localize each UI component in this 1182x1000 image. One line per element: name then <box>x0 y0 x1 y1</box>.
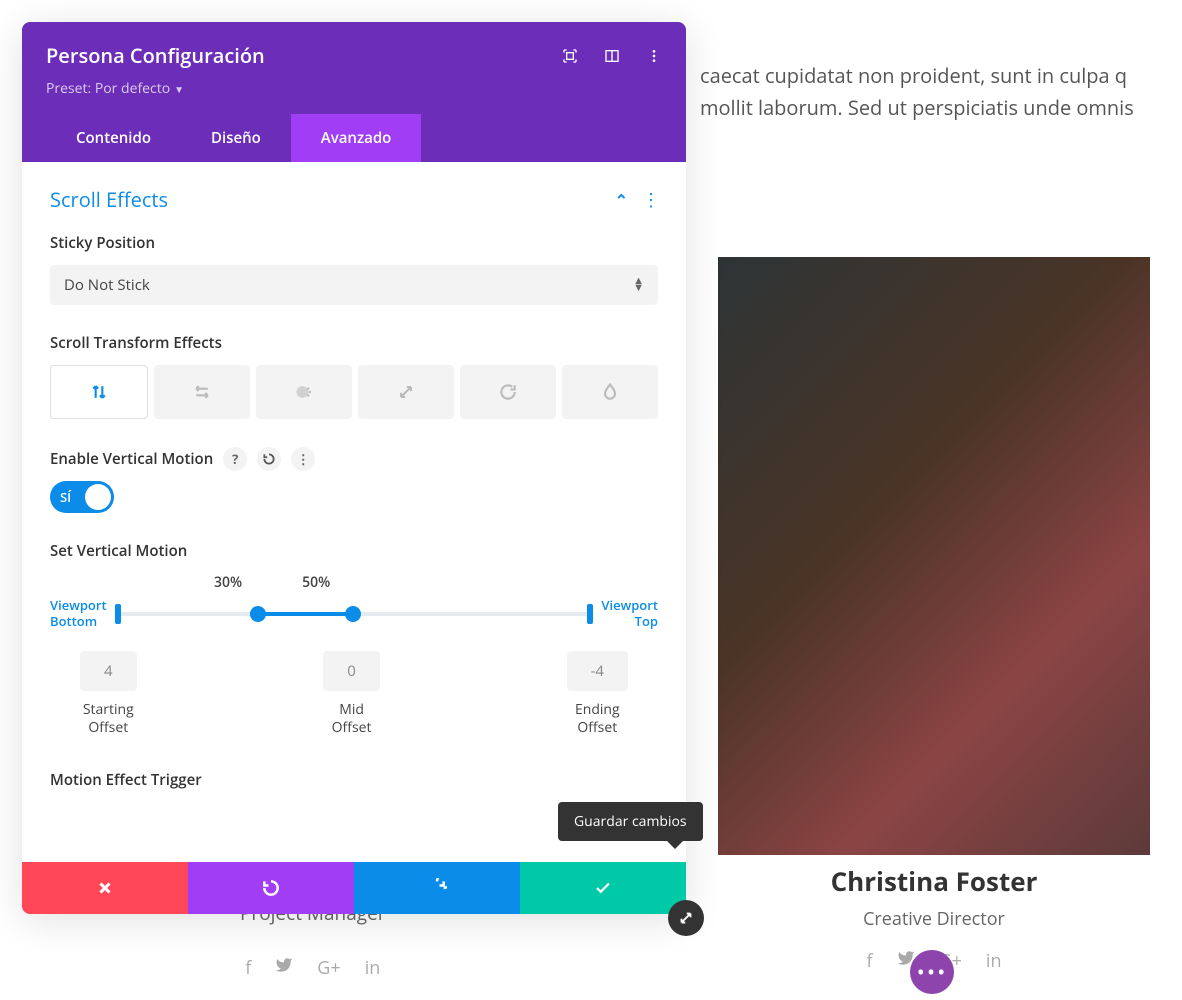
slider-handle-right[interactable] <box>345 606 361 622</box>
offset-mid: 0 MidOffset <box>323 651 380 737</box>
chevron-up-icon[interactable]: ⌃ <box>615 189 628 211</box>
modal-header: Persona Configuración Preset: Por defect… <box>22 22 686 162</box>
save-button[interactable] <box>520 862 686 914</box>
effect-horizontal[interactable] <box>154 365 250 419</box>
undo-button[interactable] <box>188 862 354 914</box>
slider-end-left[interactable] <box>115 604 121 624</box>
effect-fade[interactable] <box>256 365 352 419</box>
set-vm-label: Set Vertical Motion <box>50 541 658 561</box>
vertical-motion-slider: Set Vertical Motion 30% 50% Viewport Bot… <box>50 541 658 738</box>
modal-tabs: Contenido Diseño Avanzado <box>46 114 662 162</box>
scroll-transform-label: Scroll Transform Effects <box>50 333 658 353</box>
facebook-icon[interactable]: f <box>245 956 251 980</box>
offset-start-input[interactable]: 4 <box>80 651 137 691</box>
fab-button[interactable]: ••• <box>910 950 954 994</box>
help-icon[interactable]: ? <box>223 447 247 471</box>
settings-modal: Persona Configuración Preset: Por defect… <box>22 22 686 914</box>
reset-icon[interactable] <box>257 447 281 471</box>
motion-trigger-label: Motion Effect Trigger <box>50 770 658 790</box>
google-plus-icon[interactable]: G+ <box>317 956 340 980</box>
person-name: Christina Foster <box>718 863 1150 899</box>
person-role: Creative Director <box>718 907 1150 931</box>
modal-title: Persona Configuración <box>46 42 265 69</box>
sticky-select[interactable]: Do Not Stick ▲▼ <box>50 265 658 305</box>
redo-button[interactable] <box>354 862 520 914</box>
expand-icon[interactable] <box>562 48 578 64</box>
offset-start: 4 StartingOffset <box>80 651 137 737</box>
toggle-knob <box>85 484 111 510</box>
linkedin-icon[interactable]: in <box>365 956 381 980</box>
preset-selector[interactable]: Preset: Por defecto ▼ <box>46 79 662 114</box>
enable-vm-row: Enable Vertical Motion ? ⋮ <box>50 447 658 471</box>
bg-text-2: mollit laborum. Sed ut perspiciatis unde… <box>700 92 1182 124</box>
offset-row: 4 StartingOffset 0 MidOffset -4 EndingOf… <box>50 651 658 737</box>
person-photo <box>718 257 1150 855</box>
columns-icon[interactable] <box>604 48 620 64</box>
sticky-value: Do Not Stick <box>64 275 150 295</box>
tab-design[interactable]: Diseño <box>181 114 291 162</box>
close-button[interactable] <box>22 862 188 914</box>
select-arrows-icon: ▲▼ <box>633 278 644 291</box>
resize-handle[interactable] <box>668 900 704 936</box>
twitter-icon[interactable] <box>275 956 293 980</box>
facebook-icon[interactable]: f <box>866 949 872 973</box>
slider-end-right[interactable] <box>587 604 593 624</box>
save-tooltip: Guardar cambios <box>558 802 703 841</box>
section-title: Scroll Effects <box>50 186 168 213</box>
pct-left: 30% <box>214 573 242 592</box>
linkedin-icon[interactable]: in <box>986 949 1002 973</box>
effect-scale[interactable] <box>358 365 454 419</box>
effect-vertical[interactable] <box>50 365 148 419</box>
vp-bottom-label: Viewport Bottom <box>50 598 110 629</box>
enable-vm-label: Enable Vertical Motion <box>50 449 213 469</box>
offset-end: -4 EndingOffset <box>567 651 628 737</box>
vp-top-label: Viewport Top <box>598 598 658 629</box>
effect-tabs <box>50 365 658 419</box>
slider-handle-left[interactable] <box>250 606 266 622</box>
bg-text-1: caecat cupidatat non proident, sunt in c… <box>700 60 1182 92</box>
pct-right: 50% <box>302 573 330 592</box>
effect-blur[interactable] <box>562 365 658 419</box>
caret-down-icon: ▼ <box>174 82 184 96</box>
more-icon[interactable] <box>646 48 662 64</box>
social-row-left: f G+ in <box>240 956 386 980</box>
toggle-on-label: SÍ <box>60 488 71 506</box>
field-more-icon[interactable]: ⋮ <box>291 447 315 471</box>
offset-mid-input[interactable]: 0 <box>323 651 380 691</box>
sticky-label: Sticky Position <box>50 233 658 253</box>
person-card-right: Christina Foster Creative Director f G+ … <box>718 257 1150 973</box>
section-more-icon[interactable]: ⋮ <box>642 188 658 212</box>
preset-label: Preset: Por defecto <box>46 79 170 98</box>
offset-end-input[interactable]: -4 <box>567 651 628 691</box>
modal-bottom-bar <box>22 862 686 914</box>
enable-vm-toggle[interactable]: SÍ <box>50 481 114 513</box>
slider-track[interactable] <box>118 612 590 616</box>
effect-rotate[interactable] <box>460 365 556 419</box>
tab-content[interactable]: Contenido <box>46 114 181 162</box>
modal-body: Scroll Effects ⌃ ⋮ Sticky Position Do No… <box>22 162 686 862</box>
tab-advanced[interactable]: Avanzado <box>291 114 422 162</box>
section-header[interactable]: Scroll Effects ⌃ ⋮ <box>50 186 658 213</box>
